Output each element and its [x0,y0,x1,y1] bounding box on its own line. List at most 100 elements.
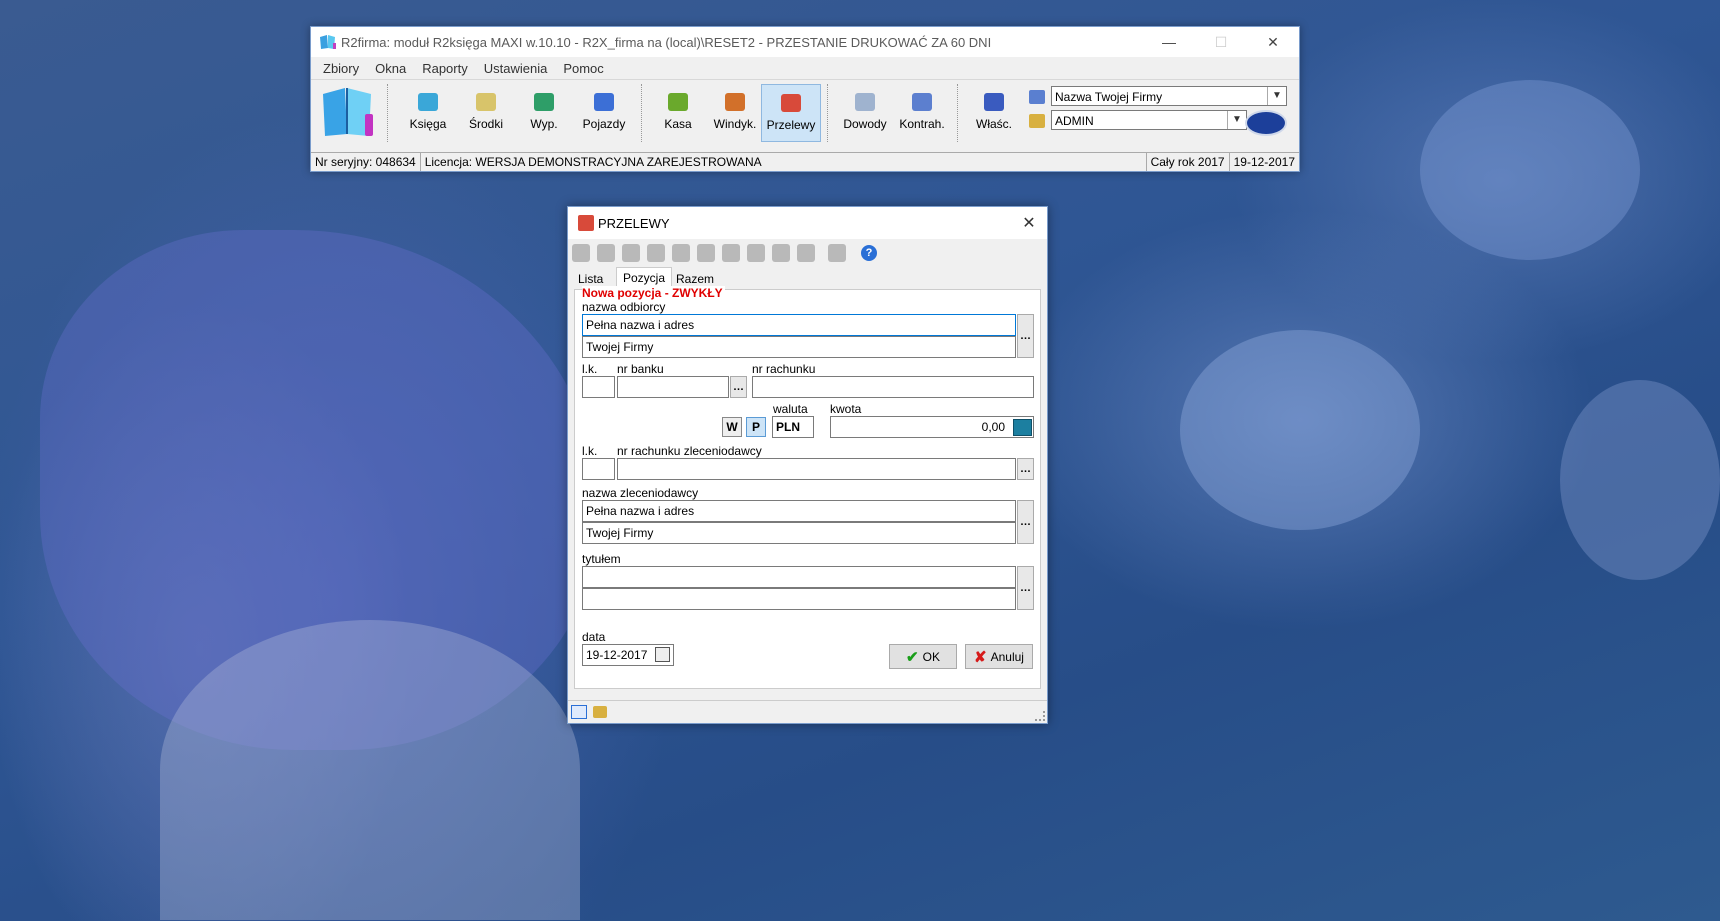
account-no-input[interactable] [752,376,1034,398]
calendar-icon[interactable] [655,647,670,662]
documents-icon [855,93,875,111]
main-titlebar: R2firma: moduł R2księga MAXI w.10.10 - R… [311,27,1299,57]
main-statusbar: Nr seryjny: 048634 Licencja: WERSJA DEMO… [311,152,1299,171]
toolbar-separator [957,84,959,142]
minimize-button[interactable]: — [1143,27,1195,57]
lk-input[interactable] [582,376,615,398]
orderer-account-input[interactable] [617,458,1016,480]
filter-icon[interactable] [797,244,815,262]
account-no-label: nr rachunku [752,362,816,376]
maximize-button[interactable]: ☐ [1195,27,1247,57]
folder-icon[interactable] [593,706,607,718]
position-panel: Nowa pozycja - ZWYKŁY nazwa odbiorcy Peł… [574,286,1041,689]
chevron-down-icon[interactable]: ▼ [1267,87,1286,105]
background-shoulder [160,620,580,920]
license-info: Licencja: WERSJA DEMONSTRACYJNA ZAREJEST… [421,153,1147,171]
currency-label: waluta [773,402,808,416]
close-button[interactable]: ✕ [1247,27,1299,57]
cancel-button[interactable]: ✘ Anuluj [965,644,1033,669]
menu-raporty[interactable]: Raporty [414,61,476,76]
toolbar-srodki-button[interactable]: Środki [461,84,511,140]
dialog-titlebar: PRZELEWY ✕ [568,207,1047,239]
confirm-record-icon[interactable] [697,244,715,262]
transfer-icon [781,94,801,112]
orderer-name-line1[interactable]: Pełna nazwa i adres [582,500,1016,522]
toolbar-przelewy-button[interactable]: Przelewy [761,84,821,142]
cash-register-icon [668,93,688,111]
settings-icon[interactable] [772,244,790,262]
toolbar-separator [641,84,643,142]
company-icon [1029,90,1045,104]
dialog-close-button[interactable]: ✕ [1019,213,1039,233]
lk-label: l.k. [582,362,598,376]
app-logo-icon [323,88,373,136]
delete-record-icon[interactable] [647,244,665,262]
toolbar-windyk-button[interactable]: Windyk. [709,84,761,140]
lk2-label: l.k. [582,444,598,458]
first-record-icon[interactable] [572,244,590,262]
toolbar-ksiega-button[interactable]: Księga [403,84,453,140]
car-icon [594,93,614,111]
lk2-input[interactable] [582,458,615,480]
title-lookup-button[interactable]: … [1017,566,1034,610]
bank-no-input[interactable] [617,376,729,398]
amount-label: kwota [830,402,862,416]
copy-record-icon[interactable] [672,244,690,262]
add-record-icon[interactable] [622,244,640,262]
orderer-name-line2[interactable]: Twojej Firmy [582,522,1016,544]
computer-icon [476,93,496,111]
background-flower [1420,80,1640,260]
toolbar-dowody-button[interactable]: Dowody [839,84,891,140]
orderer-account-lookup-button[interactable]: … [1017,458,1034,480]
w-toggle-button[interactable]: W [722,417,742,437]
orderer-lookup-button[interactable]: … [1017,500,1034,544]
bank-lookup-button[interactable]: … [730,376,747,398]
przelewy-dialog: PRZELEWY ✕ ? Lista Pozycja Razem Nowa po… [567,206,1048,724]
toolbar-separator [387,84,389,142]
ok-button[interactable]: ✔ OK [889,644,957,669]
bank-no-label: nr banku [617,362,664,376]
toolbar-pojazdy-button[interactable]: Pojazdy [577,84,631,140]
user-combo[interactable]: ADMIN ▼ [1051,110,1247,130]
toolbar-kasa-button[interactable]: Kasa [653,84,703,140]
binoculars-icon[interactable] [747,244,765,262]
recipient-name-line2[interactable]: Twojej Firmy [582,336,1016,358]
print-icon[interactable] [722,244,740,262]
menu-okna[interactable]: Okna [367,61,414,76]
toolbar-wyp-button[interactable]: Wyp. [519,84,569,140]
owners-icon [984,93,1004,111]
main-window-title: R2firma: moduł R2księga MAXI w.10.10 - R… [341,34,992,50]
calculator-icon[interactable] [1013,419,1032,436]
menu-zbiory[interactable]: Zbiory [315,61,367,76]
toolbar-kontrah-button[interactable]: Kontrah. [895,84,949,140]
menu-bar: Zbiory Okna Raporty Ustawienia Pomoc [311,57,1299,79]
title-line1[interactable] [582,566,1016,588]
p-toggle-button[interactable]: P [746,417,766,437]
title-line2[interactable] [582,588,1016,610]
przelewy-icon [578,215,594,231]
background-flower [1560,380,1720,580]
main-window: R2firma: moduł R2księga MAXI w.10.10 - R… [310,26,1300,172]
checkmark-icon: ✔ [906,648,919,666]
date-label: data [582,630,606,644]
reset2-logo-icon [1245,110,1287,136]
amount-input[interactable]: 0,00 [830,416,1034,438]
help-icon[interactable]: ? [861,245,877,261]
toolbar-wlasc-button[interactable]: Właśc. [969,84,1019,140]
currency-input[interactable]: PLN [772,416,814,438]
current-date: 19-12-2017 [1233,155,1295,169]
door-icon [725,93,745,111]
resize-grip-icon[interactable] [1035,711,1045,721]
table-view-icon[interactable] [571,705,587,719]
company-combo[interactable]: Nazwa Twojej Firmy ▼ [1051,86,1287,106]
chevron-down-icon[interactable]: ▼ [1227,111,1246,129]
edit-record-icon[interactable] [597,244,615,262]
menu-ustawienia[interactable]: Ustawienia [476,61,556,76]
recipient-name-line1[interactable]: Pełna nazwa i adres [582,314,1016,336]
recipient-lookup-button[interactable]: … [1017,314,1034,358]
menu-pomoc[interactable]: Pomoc [555,61,611,76]
title-label: tytułem [582,552,621,566]
background-flower [1180,330,1420,530]
recipient-name-label: nazwa odbiorcy [582,300,666,314]
exit-icon[interactable] [828,244,846,262]
